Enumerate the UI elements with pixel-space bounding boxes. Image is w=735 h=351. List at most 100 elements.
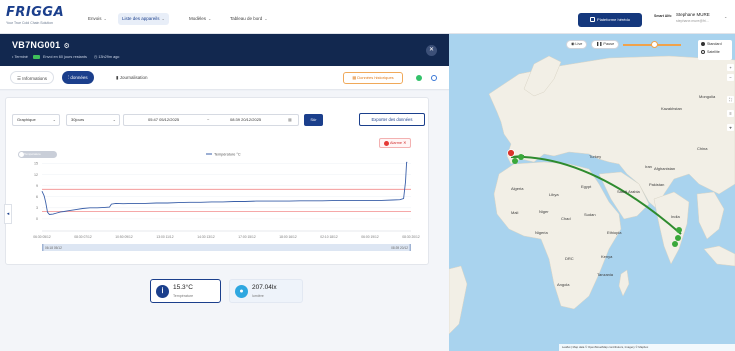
landmass-south-america — [449, 265, 468, 335]
layer-switcher: Standard Satellite — [698, 40, 732, 60]
range-slider-handle-left — [42, 244, 44, 251]
zoom-out-icon[interactable]: − — [727, 74, 734, 81]
geo-label: Saudi Arabia — [617, 189, 640, 194]
live-button[interactable]: ◉ Live — [566, 40, 588, 49]
landmass-india — [653, 191, 690, 265]
nav-label: Envois — [88, 16, 102, 21]
nav-item-dashboard[interactable]: Tableau de bord ⌄ — [230, 13, 268, 25]
geo-label: China — [697, 146, 708, 151]
status-badge — [32, 55, 40, 59]
device-header: VB7NG001 ⚙ • Terminé Envoi en 60 jours re… — [0, 34, 449, 66]
nav-label: Liste des appareils — [122, 16, 160, 21]
user-email: stephane.mure@fri... — [676, 19, 709, 23]
geo-label: Chad — [561, 216, 571, 221]
user-name[interactable]: Stephane MURE — [676, 12, 710, 17]
top-navigation: FRIGGA Your True Cold Chain Solution Env… — [0, 0, 735, 34]
legend-label: Température °C — [214, 153, 241, 157]
route-point — [518, 154, 524, 160]
chevron-down-icon: ⌄ — [264, 16, 268, 21]
thermometer-icon: ⅰ — [156, 285, 169, 298]
geo-label: Nigeria — [535, 230, 548, 235]
tab-donnees[interactable]: ⫶ données — [62, 71, 94, 84]
map-attribution: Leaflet | Map data © OpenStreetMap contr… — [559, 344, 735, 351]
online-indicator[interactable] — [416, 75, 422, 81]
map-canvas[interactable] — [449, 34, 735, 351]
light-value: 207.04lx — [252, 284, 277, 291]
geo-label: Mali — [511, 210, 519, 215]
landmass-madagascar — [618, 269, 630, 297]
gear-icon[interactable]: ⚙ — [63, 43, 70, 50]
geo-label: Iran — [645, 164, 652, 169]
x-tick-label: 10:50 09/12 — [115, 235, 133, 239]
platform-label: Plateforme hérédo — [597, 17, 630, 22]
geo-label: DRC — [565, 256, 574, 261]
x-tick-label: 18:00 16/12 — [279, 235, 297, 239]
playback-slider-handle[interactable] — [651, 41, 658, 48]
chevron-down-icon: ⌄ — [161, 16, 165, 21]
map-pin-icon — [507, 149, 515, 157]
layers-icon[interactable]: ≡ — [727, 110, 734, 117]
x-tick-label: 13:00 11/12 — [156, 235, 173, 239]
close-button[interactable]: ✕ — [426, 45, 437, 56]
light-reading[interactable]: ● 207.04lx lumière — [229, 279, 303, 303]
pause-button[interactable]: ❚❚ Pause — [591, 40, 620, 49]
geo-label: Mongolia — [699, 94, 716, 99]
nav-item-envois[interactable]: Envois ⌄ — [88, 13, 107, 25]
tab-informations[interactable]: ☰ Informations — [10, 71, 55, 84]
layer-label: Satellite — [707, 50, 720, 54]
x-tick-label: 08:30 07/12 — [74, 235, 92, 239]
y-tick-label: 9 — [36, 184, 38, 188]
landmass-sea-asia — [696, 191, 725, 240]
chevron-left-icon[interactable]: ◂ — [4, 204, 12, 224]
tab-label: données — [70, 75, 88, 80]
logo-tagline: Your True Cold Chain Solution — [6, 21, 53, 25]
nav-item-device-list[interactable]: Liste des appareils ⌄ — [118, 13, 169, 25]
frigga-logo[interactable]: FRIGGA Your True Cold Chain Solution — [6, 6, 66, 28]
temperature-series-line — [41, 161, 408, 215]
live-label: Live — [575, 42, 583, 46]
clock-icon: ◷ — [93, 55, 98, 59]
geo-label: Sudan — [584, 212, 596, 217]
measure-icon[interactable]: ⌖ — [727, 124, 734, 131]
refresh-icon[interactable] — [431, 75, 437, 81]
nav-label: Tableau de bord — [230, 16, 263, 21]
tabs-row: ☰ Informations ⫶ données ▮ Journalisatio… — [0, 66, 449, 90]
zoom-in-icon[interactable]: + — [727, 64, 734, 71]
x-tick-label: 02:10 18/12 — [320, 235, 338, 239]
layer-standard[interactable]: Standard — [698, 40, 732, 48]
tab-label: Journalisation — [119, 75, 148, 80]
history-button[interactable]: ▦ Données historiques — [343, 72, 403, 84]
landmass-indonesia — [703, 245, 735, 267]
range-end-label: 08:39 20/12 — [391, 246, 408, 250]
device-id: VB7NG001 ⚙ — [12, 40, 70, 50]
geo-label: Ethiopia — [607, 230, 622, 235]
chevron-down-icon[interactable]: ⌄ — [724, 14, 727, 19]
geo-label: Kenya — [601, 254, 613, 259]
chart-card: Graphique ⌄ 30jours ⌄ 05:47 05/12/2025 ~ 0… — [5, 97, 429, 265]
route-point — [675, 235, 681, 241]
history-label: Données historiques — [357, 75, 394, 80]
y-tick-label: 15 — [34, 162, 38, 166]
fullscreen-icon[interactable]: ⛶ — [727, 96, 734, 103]
geo-label: Afghanistan — [654, 166, 676, 171]
brand-mini: Smart Alfo — [654, 14, 672, 18]
geo-label: Tanzania — [597, 272, 614, 277]
geo-label: Angola — [557, 282, 570, 287]
light-icon: ● — [235, 285, 248, 298]
range-slider-handle-right — [409, 244, 411, 251]
y-tick-label: 12 — [34, 173, 38, 177]
platform-button[interactable]: Plateforme hérédo — [578, 13, 642, 27]
route-map[interactable]: ◉ Live ❚❚ Pause Standard Satellite + − ⛶… — [449, 34, 735, 351]
temperature-reading[interactable]: ⅰ 15.3°C Température — [150, 279, 221, 303]
tab-journalisation[interactable]: ▮ Journalisation — [110, 71, 154, 84]
device-id-text: VB7NG001 — [12, 40, 61, 50]
light-label: lumière — [252, 294, 264, 298]
layer-satellite[interactable]: Satellite — [698, 48, 732, 56]
last-update: 13h29m ago — [98, 55, 120, 59]
radio-icon — [701, 42, 705, 47]
nav-item-models[interactable]: Modèles ⌄ — [189, 13, 211, 25]
y-tick-label: 3 — [36, 206, 38, 210]
radio-icon — [701, 50, 705, 55]
temperature-chart[interactable]: Température °C 15 12 9 6 3 0 06:30 05/12 08:30 0… — [6, 98, 430, 266]
route-point — [672, 241, 678, 247]
